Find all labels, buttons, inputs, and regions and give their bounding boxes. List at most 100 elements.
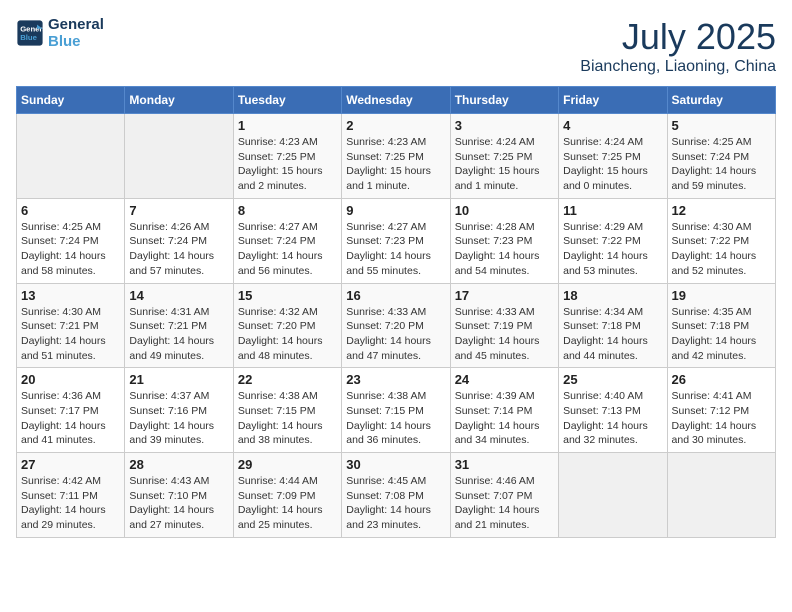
day-info: Sunrise: 4:30 AM Sunset: 7:21 PM Dayligh…	[21, 305, 120, 364]
day-number: 7	[129, 203, 228, 218]
day-number: 10	[455, 203, 554, 218]
day-info: Sunrise: 4:28 AM Sunset: 7:23 PM Dayligh…	[455, 220, 554, 279]
day-info: Sunrise: 4:33 AM Sunset: 7:20 PM Dayligh…	[346, 305, 445, 364]
calendar-cell: 6 Sunrise: 4:25 AM Sunset: 7:24 PM Daylig…	[17, 198, 125, 283]
day-info: Sunrise: 4:29 AM Sunset: 7:22 PM Dayligh…	[563, 220, 662, 279]
location-title: Biancheng, Liaoning, China	[580, 58, 776, 76]
week-row-4: 20 Sunrise: 4:36 AM Sunset: 7:17 PM Dayli…	[17, 368, 776, 453]
day-number: 20	[21, 372, 120, 387]
day-info: Sunrise: 4:25 AM Sunset: 7:24 PM Dayligh…	[21, 220, 120, 279]
day-number: 18	[563, 288, 662, 303]
calendar-cell: 5 Sunrise: 4:25 AM Sunset: 7:24 PM Daylig…	[667, 114, 775, 199]
day-number: 4	[563, 118, 662, 133]
weekday-header-row: SundayMondayTuesdayWednesdayThursdayFrid…	[17, 87, 776, 114]
calendar-cell: 22 Sunrise: 4:38 AM Sunset: 7:15 PM Dayli…	[233, 368, 341, 453]
day-number: 21	[129, 372, 228, 387]
week-row-2: 6 Sunrise: 4:25 AM Sunset: 7:24 PM Daylig…	[17, 198, 776, 283]
weekday-header-thursday: Thursday	[450, 87, 558, 114]
calendar-cell	[559, 453, 667, 538]
day-info: Sunrise: 4:36 AM Sunset: 7:17 PM Dayligh…	[21, 389, 120, 448]
weekday-header-friday: Friday	[559, 87, 667, 114]
calendar-body: 1Sunrise: 4:23 AM Sunset: 7:25 PM Daylig…	[17, 114, 776, 538]
calendar-cell: 18 Sunrise: 4:34 AM Sunset: 7:18 PM Dayli…	[559, 283, 667, 368]
day-number: 16	[346, 288, 445, 303]
calendar-cell: 15 Sunrise: 4:32 AM Sunset: 7:20 PM Dayli…	[233, 283, 341, 368]
day-info: Sunrise: 4:24 AM Sunset: 7:25 PM Dayligh…	[563, 135, 662, 194]
logo-icon: General Blue	[16, 19, 44, 47]
day-number: 22	[238, 372, 337, 387]
calendar-cell: 1Sunrise: 4:23 AM Sunset: 7:25 PM Daylig…	[233, 114, 341, 199]
logo: General Blue General Blue	[16, 16, 104, 50]
day-number: 23	[346, 372, 445, 387]
day-info: Sunrise: 4:40 AM Sunset: 7:13 PM Dayligh…	[563, 389, 662, 448]
calendar-cell: 19Sunrise: 4:35 AM Sunset: 7:18 PM Dayli…	[667, 283, 775, 368]
day-info: Sunrise: 4:25 AM Sunset: 7:24 PM Dayligh…	[672, 135, 771, 194]
calendar-cell: 9 Sunrise: 4:27 AM Sunset: 7:23 PM Daylig…	[342, 198, 450, 283]
day-number: 3	[455, 118, 554, 133]
day-info: Sunrise: 4:27 AM Sunset: 7:24 PM Dayligh…	[238, 220, 337, 279]
day-info: Sunrise: 4:37 AM Sunset: 7:16 PM Dayligh…	[129, 389, 228, 448]
calendar-cell	[667, 453, 775, 538]
title-area: July 2025 Biancheng, Liaoning, China	[580, 16, 776, 76]
day-number: 9	[346, 203, 445, 218]
calendar-cell: 4 Sunrise: 4:24 AM Sunset: 7:25 PM Daylig…	[559, 114, 667, 199]
calendar-table: SundayMondayTuesdayWednesdayThursdayFrid…	[16, 86, 776, 538]
weekday-header-saturday: Saturday	[667, 87, 775, 114]
calendar-cell: 13 Sunrise: 4:30 AM Sunset: 7:21 PM Dayli…	[17, 283, 125, 368]
day-info: Sunrise: 4:46 AM Sunset: 7:07 PM Dayligh…	[455, 474, 554, 533]
header: General Blue General Blue July 2025 Bian…	[16, 16, 776, 76]
calendar-cell: 26Sunrise: 4:41 AM Sunset: 7:12 PM Dayli…	[667, 368, 775, 453]
week-row-3: 13 Sunrise: 4:30 AM Sunset: 7:21 PM Dayli…	[17, 283, 776, 368]
calendar-cell: 8 Sunrise: 4:27 AM Sunset: 7:24 PM Daylig…	[233, 198, 341, 283]
calendar-cell: 2 Sunrise: 4:23 AM Sunset: 7:25 PM Daylig…	[342, 114, 450, 199]
month-title: July 2025	[580, 16, 776, 58]
weekday-header-sunday: Sunday	[17, 87, 125, 114]
calendar-cell: 3 Sunrise: 4:24 AM Sunset: 7:25 PM Daylig…	[450, 114, 558, 199]
day-info: Sunrise: 4:45 AM Sunset: 7:08 PM Dayligh…	[346, 474, 445, 533]
day-number: 6	[21, 203, 120, 218]
svg-text:Blue: Blue	[20, 33, 37, 42]
day-number: 12	[672, 203, 771, 218]
calendar-cell: 30 Sunrise: 4:45 AM Sunset: 7:08 PM Dayli…	[342, 453, 450, 538]
calendar-cell: 23 Sunrise: 4:38 AM Sunset: 7:15 PM Dayli…	[342, 368, 450, 453]
calendar-cell: 10 Sunrise: 4:28 AM Sunset: 7:23 PM Dayli…	[450, 198, 558, 283]
logo-text-line2: Blue	[48, 33, 104, 50]
day-info: Sunrise: 4:34 AM Sunset: 7:18 PM Dayligh…	[563, 305, 662, 364]
day-number: 15	[238, 288, 337, 303]
svg-text:General: General	[20, 25, 44, 34]
calendar-cell: 14Sunrise: 4:31 AM Sunset: 7:21 PM Dayli…	[125, 283, 233, 368]
calendar-cell: 12Sunrise: 4:30 AM Sunset: 7:22 PM Dayli…	[667, 198, 775, 283]
day-number: 5	[672, 118, 771, 133]
day-info: Sunrise: 4:39 AM Sunset: 7:14 PM Dayligh…	[455, 389, 554, 448]
day-number: 25	[563, 372, 662, 387]
calendar-cell: 31Sunrise: 4:46 AM Sunset: 7:07 PM Dayli…	[450, 453, 558, 538]
day-info: Sunrise: 4:26 AM Sunset: 7:24 PM Dayligh…	[129, 220, 228, 279]
week-row-5: 27Sunrise: 4:42 AM Sunset: 7:11 PM Dayli…	[17, 453, 776, 538]
calendar-cell: 27Sunrise: 4:42 AM Sunset: 7:11 PM Dayli…	[17, 453, 125, 538]
day-info: Sunrise: 4:38 AM Sunset: 7:15 PM Dayligh…	[346, 389, 445, 448]
calendar-cell: 17Sunrise: 4:33 AM Sunset: 7:19 PM Dayli…	[450, 283, 558, 368]
day-info: Sunrise: 4:24 AM Sunset: 7:25 PM Dayligh…	[455, 135, 554, 194]
day-number: 8	[238, 203, 337, 218]
day-info: Sunrise: 4:27 AM Sunset: 7:23 PM Dayligh…	[346, 220, 445, 279]
day-number: 14	[129, 288, 228, 303]
calendar-cell: 28Sunrise: 4:43 AM Sunset: 7:10 PM Dayli…	[125, 453, 233, 538]
day-number: 2	[346, 118, 445, 133]
calendar-cell: 20 Sunrise: 4:36 AM Sunset: 7:17 PM Dayli…	[17, 368, 125, 453]
day-info: Sunrise: 4:38 AM Sunset: 7:15 PM Dayligh…	[238, 389, 337, 448]
day-number: 30	[346, 457, 445, 472]
day-number: 26	[672, 372, 771, 387]
day-number: 27	[21, 457, 120, 472]
calendar-cell: 29Sunrise: 4:44 AM Sunset: 7:09 PM Dayli…	[233, 453, 341, 538]
weekday-header-monday: Monday	[125, 87, 233, 114]
day-info: Sunrise: 4:23 AM Sunset: 7:25 PM Dayligh…	[238, 135, 337, 194]
day-info: Sunrise: 4:43 AM Sunset: 7:10 PM Dayligh…	[129, 474, 228, 533]
calendar-cell: 25 Sunrise: 4:40 AM Sunset: 7:13 PM Dayli…	[559, 368, 667, 453]
day-number: 13	[21, 288, 120, 303]
day-info: Sunrise: 4:23 AM Sunset: 7:25 PM Dayligh…	[346, 135, 445, 194]
day-info: Sunrise: 4:33 AM Sunset: 7:19 PM Dayligh…	[455, 305, 554, 364]
weekday-header-tuesday: Tuesday	[233, 87, 341, 114]
calendar-cell: 7 Sunrise: 4:26 AM Sunset: 7:24 PM Daylig…	[125, 198, 233, 283]
week-row-1: 1Sunrise: 4:23 AM Sunset: 7:25 PM Daylig…	[17, 114, 776, 199]
day-info: Sunrise: 4:32 AM Sunset: 7:20 PM Dayligh…	[238, 305, 337, 364]
